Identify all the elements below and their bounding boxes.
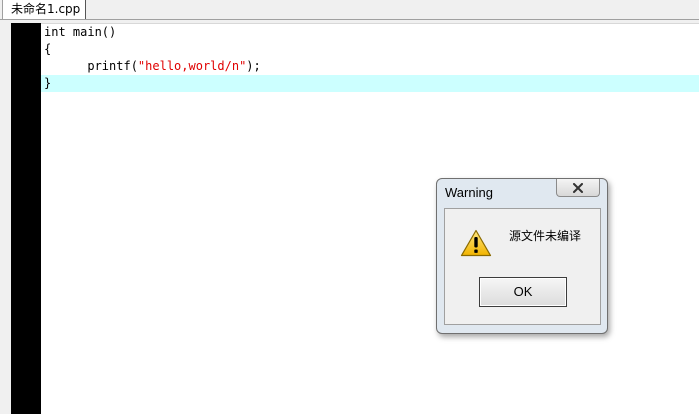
close-icon bbox=[573, 182, 583, 193]
string-literal: "hello,world/n" bbox=[137, 59, 247, 73]
code-line-2[interactable]: { bbox=[41, 41, 699, 58]
code-text: int main() bbox=[44, 24, 116, 41]
editor-tab-bar: 未命名1.cpp bbox=[0, 0, 699, 20]
dev-cpp-editor-window: 未命名1.cpp int main() { printf("hello,worl… bbox=[0, 0, 699, 414]
warning-triangle-icon bbox=[460, 229, 492, 257]
line-number-gutter bbox=[11, 23, 41, 414]
code-line-4-current[interactable]: } bbox=[41, 75, 699, 92]
code-text: printf("hello,world/n"); bbox=[44, 58, 261, 75]
code-segment: } bbox=[44, 76, 52, 90]
code-segment: { bbox=[44, 42, 52, 56]
code-line-3[interactable]: printf("hello,world/n"); bbox=[41, 58, 699, 75]
code-segment: int main() bbox=[44, 25, 117, 39]
close-button[interactable] bbox=[556, 179, 600, 197]
ok-button[interactable]: OK bbox=[479, 277, 567, 307]
dialog-body: 源文件未编译 OK bbox=[444, 208, 601, 325]
dialog-message: 源文件未编译 bbox=[509, 229, 582, 243]
tab-untitled-cpp[interactable]: 未命名1.cpp bbox=[2, 0, 87, 19]
code-line-1[interactable]: int main() bbox=[41, 24, 699, 41]
code-text: } bbox=[44, 75, 51, 92]
code-text: { bbox=[44, 41, 51, 58]
warning-dialog: Warning 源文件未编译 OK bbox=[436, 178, 608, 334]
editor-left-margin bbox=[0, 20, 11, 414]
dialog-title: Warning bbox=[445, 185, 493, 200]
code-segment: ); bbox=[246, 59, 261, 73]
code-segment: printf( bbox=[44, 59, 138, 73]
